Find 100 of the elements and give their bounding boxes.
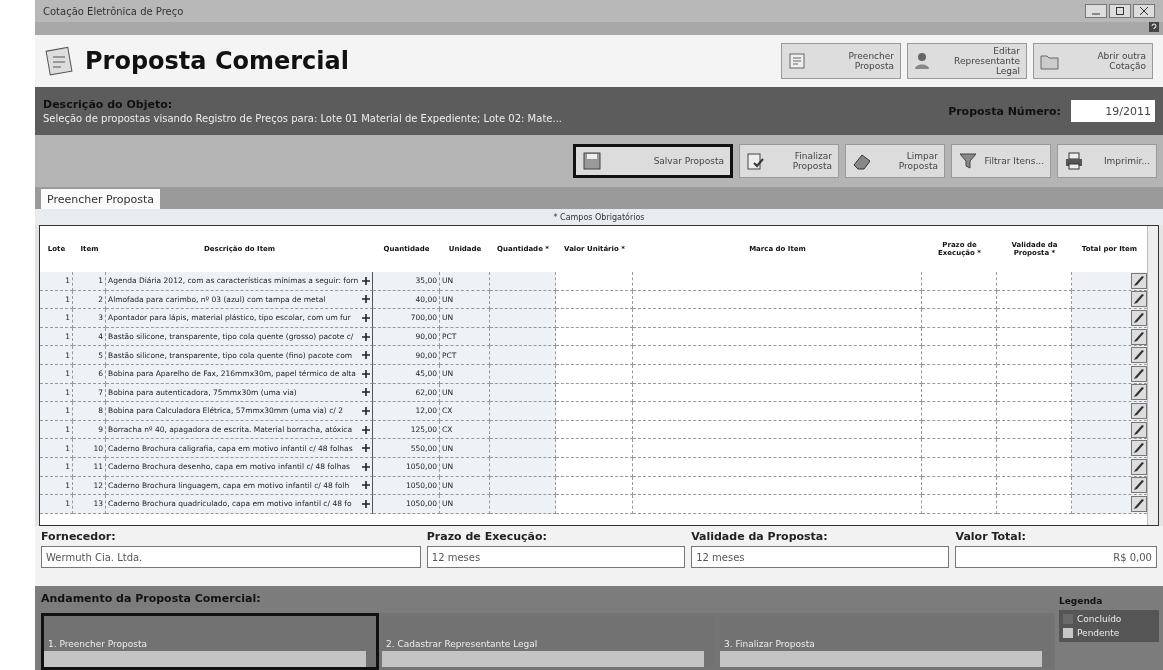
plus-icon[interactable] [362, 499, 370, 508]
input-field[interactable] [633, 272, 922, 291]
pen-button[interactable] [1131, 495, 1147, 512]
maximize-button[interactable] [1109, 4, 1131, 18]
input-field[interactable] [922, 309, 997, 328]
input-field[interactable] [922, 495, 997, 514]
input-field[interactable] [997, 290, 1072, 310]
input-field[interactable] [556, 346, 633, 365]
plus-icon[interactable] [362, 351, 370, 360]
toolbar-button[interactable]: Filtrar Itens... [951, 144, 1051, 178]
input-field[interactable] [633, 457, 922, 477]
toolbar-button[interactable]: Finalizar Proposta [739, 144, 839, 178]
input-field[interactable] [997, 383, 1072, 403]
toolbar-button[interactable]: Imprimir... [1057, 144, 1157, 178]
input-field[interactable] [997, 420, 1072, 440]
pen-button[interactable] [1131, 477, 1147, 494]
input-field[interactable] [633, 309, 922, 328]
input-field[interactable] [490, 439, 556, 458]
header-button[interactable]: Editar Representante Legal [907, 43, 1027, 79]
plus-icon[interactable] [362, 481, 370, 490]
input-field[interactable] [633, 346, 922, 365]
input-field[interactable] [556, 290, 633, 310]
input-field[interactable] [633, 476, 922, 496]
input-field[interactable] [922, 346, 997, 365]
input-field[interactable] [922, 383, 997, 403]
input-field[interactable]: 12 meses [426, 546, 686, 568]
input-field[interactable] [490, 290, 556, 310]
input-field[interactable]: 12 meses [691, 546, 950, 568]
input-field[interactable] [556, 420, 633, 440]
input-field[interactable] [997, 309, 1072, 328]
plus-icon[interactable] [362, 425, 370, 434]
pen-button[interactable] [1131, 310, 1147, 326]
input-field[interactable] [490, 457, 556, 477]
input-field[interactable] [633, 364, 922, 384]
toolbar-button[interactable]: Salvar Proposta [573, 144, 733, 178]
input-field[interactable] [997, 457, 1072, 477]
input-field[interactable] [997, 364, 1072, 384]
input-field[interactable] [556, 402, 633, 421]
input-field[interactable] [997, 495, 1072, 514]
plus-icon[interactable] [362, 406, 370, 415]
input-field[interactable] [997, 402, 1072, 421]
input-field[interactable] [490, 383, 556, 403]
input-field[interactable] [490, 309, 556, 328]
help-icon[interactable] [1149, 22, 1159, 32]
input-field[interactable] [490, 364, 556, 384]
close-button[interactable] [1133, 4, 1155, 18]
pen-button[interactable] [1131, 440, 1147, 457]
input-field[interactable] [922, 420, 997, 440]
input-field[interactable] [556, 476, 633, 496]
input-field[interactable] [922, 457, 997, 477]
header-button[interactable]: Preencher Proposta [781, 43, 901, 79]
input-field[interactable]: Wermuth Cia. Ltda. [41, 546, 421, 568]
plus-icon[interactable] [362, 295, 370, 304]
input-field[interactable] [556, 327, 633, 347]
plus-icon[interactable] [362, 444, 370, 453]
toolbar-button[interactable]: Limpar Proposta [845, 144, 945, 178]
input-field[interactable] [490, 420, 556, 440]
input-field[interactable] [556, 364, 633, 384]
pen-button[interactable] [1131, 458, 1147, 475]
input-field[interactable]: R$ 0,00 [955, 546, 1157, 568]
pen-button[interactable] [1131, 347, 1147, 364]
plus-icon[interactable] [362, 314, 370, 322]
input-field[interactable] [556, 383, 633, 403]
input-field[interactable] [922, 290, 997, 310]
pen-button[interactable] [1131, 421, 1147, 438]
input-field[interactable] [556, 439, 633, 458]
pen-button[interactable] [1131, 272, 1147, 289]
input-field[interactable] [633, 290, 922, 310]
scrollbar[interactable] [1147, 226, 1158, 525]
input-field[interactable] [997, 272, 1072, 291]
tab[interactable]: Preencher Proposta [41, 189, 160, 209]
input-field[interactable] [633, 439, 922, 458]
pen-button[interactable] [1131, 365, 1147, 382]
pen-button[interactable] [1131, 402, 1147, 419]
input-field[interactable] [633, 327, 922, 347]
input-field[interactable] [490, 495, 556, 514]
plus-icon[interactable] [362, 332, 370, 341]
plus-icon[interactable] [362, 462, 370, 471]
input-field[interactable] [922, 272, 997, 291]
plus-icon[interactable] [362, 369, 370, 378]
input-field[interactable] [922, 364, 997, 384]
pen-button[interactable] [1131, 384, 1147, 401]
input-field[interactable] [556, 495, 633, 514]
input-field[interactable] [922, 402, 997, 421]
header-button[interactable]: Abrir outra Cotação [1033, 43, 1153, 79]
pen-button[interactable] [1131, 291, 1147, 308]
input-field[interactable] [633, 383, 922, 403]
pen-button[interactable] [1131, 328, 1147, 345]
input-field[interactable] [556, 309, 633, 328]
plus-icon[interactable] [362, 276, 370, 285]
input-field[interactable] [490, 272, 556, 291]
input-field[interactable] [922, 439, 997, 458]
input-field[interactable] [633, 420, 922, 440]
input-field[interactable] [997, 476, 1072, 496]
input-field[interactable] [490, 402, 556, 421]
input-field[interactable] [633, 495, 922, 514]
plus-icon[interactable] [362, 388, 370, 397]
input-field[interactable] [922, 476, 997, 496]
input-field[interactable] [490, 327, 556, 347]
input-field[interactable] [922, 327, 997, 347]
